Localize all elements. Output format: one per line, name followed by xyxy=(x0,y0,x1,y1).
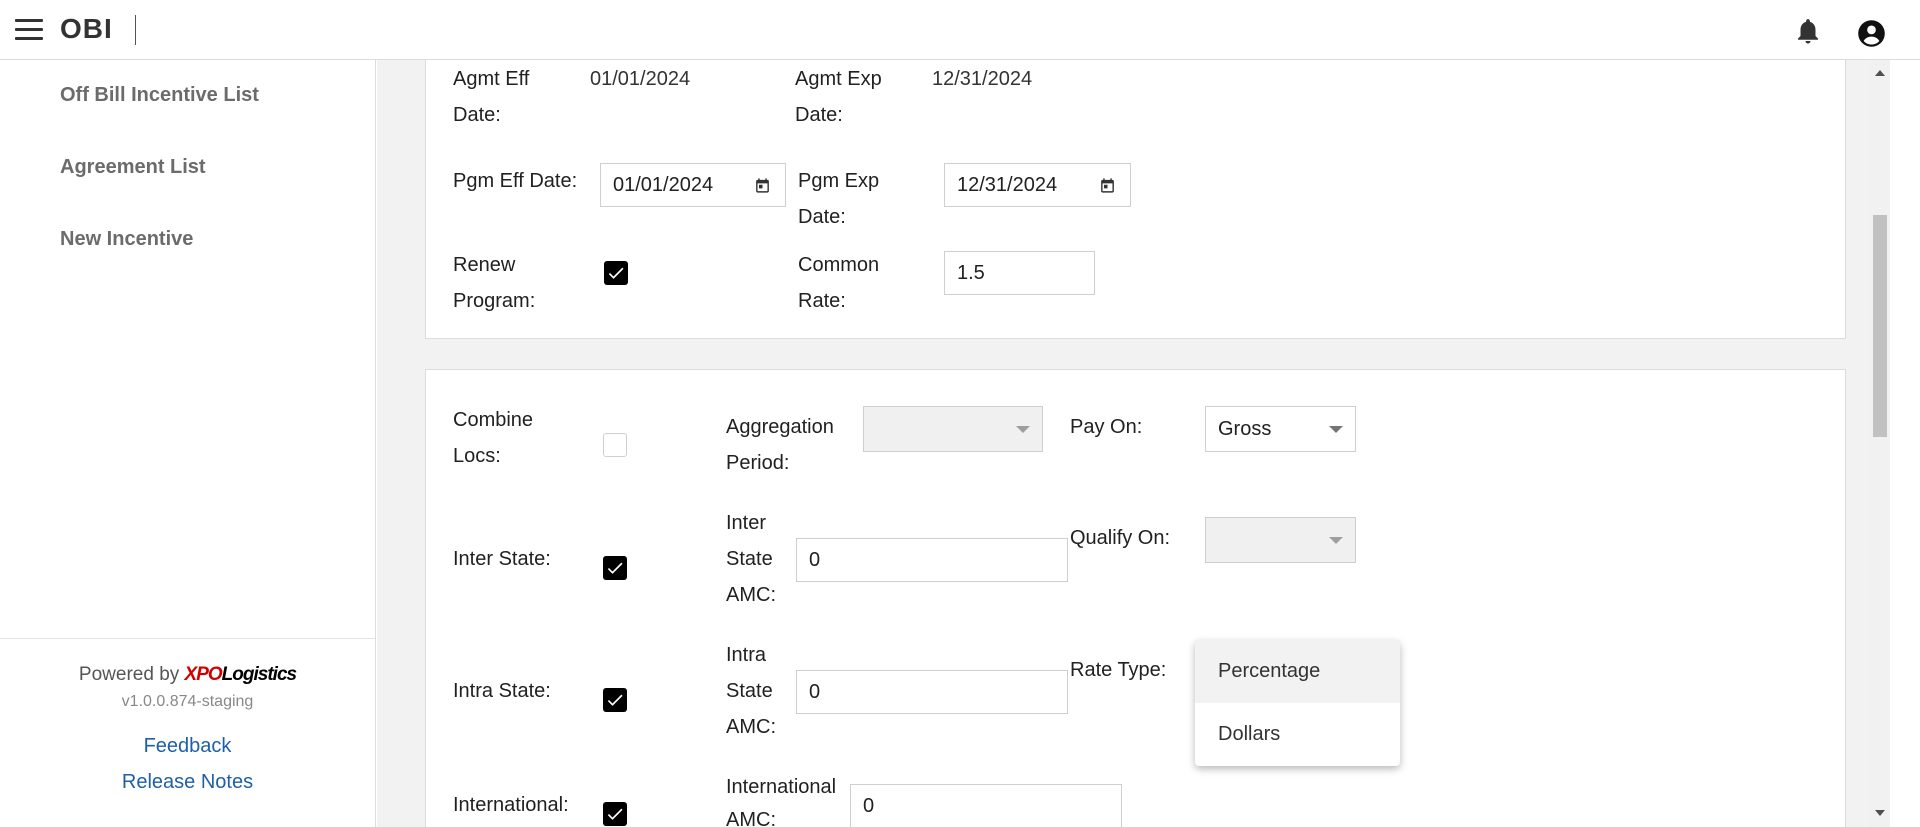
aggregation-period-select[interactable] xyxy=(863,406,1043,452)
pay-on-select[interactable]: Gross xyxy=(1205,406,1356,452)
combine-locs-checkbox[interactable] xyxy=(603,433,627,457)
agmt-exp-date-value: 12/31/2024 xyxy=(932,68,1033,90)
version-label: v1.0.0.874-staging xyxy=(121,693,254,710)
pay-on-value: Gross xyxy=(1218,418,1272,440)
inter-state-label: Inter State: xyxy=(453,548,551,570)
common-rate-label-2: Rate: xyxy=(798,290,846,312)
inter-state-amc-label-1: Inter xyxy=(726,512,767,534)
aggregation-period-label-1: Aggregation xyxy=(726,416,834,438)
pgm-exp-date-input[interactable]: 12/31/2024 xyxy=(944,163,1131,207)
pgm-eff-date-label: Pgm Eff Date: xyxy=(453,170,578,192)
menu-icon[interactable] xyxy=(15,19,43,41)
pgm-exp-date-label-2: Date: xyxy=(798,206,846,228)
rate-type-option-percentage[interactable]: Percentage xyxy=(1195,640,1400,703)
qualify-on-label: Qualify On: xyxy=(1070,527,1171,549)
renew-program-checkbox[interactable] xyxy=(604,261,628,285)
main-content: Agmt Eff Date: 01/01/2024 Agmt Exp Date:… xyxy=(377,60,1870,827)
combine-locs-label-2: Locs: xyxy=(453,445,501,467)
international-amc-label-1: International xyxy=(726,776,837,798)
agmt-exp-date-label-1: Agmt Exp xyxy=(795,68,882,90)
caret-down-icon xyxy=(1016,426,1030,433)
title-divider xyxy=(135,15,136,45)
check-icon xyxy=(607,694,623,706)
check-icon xyxy=(607,808,623,820)
intra-state-amc-label-2: State xyxy=(726,680,773,702)
top-toolbar: OBI xyxy=(0,0,1920,60)
rate-type-dropdown: Percentage Dollars xyxy=(1195,640,1400,766)
intra-state-label: Intra State: xyxy=(453,680,551,702)
agmt-exp-date-label-2: Date: xyxy=(795,104,843,126)
international-label: International: xyxy=(453,794,569,816)
combine-locs-label-1: Combine xyxy=(453,409,534,431)
agmt-eff-date-value: 01/01/2024 xyxy=(590,68,691,90)
feedback-link[interactable]: Feedback xyxy=(0,735,375,758)
inter-state-amc-label-3: AMC: xyxy=(726,584,776,606)
pgm-eff-date-input[interactable]: 01/01/2024 xyxy=(600,163,786,207)
intra-state-checkbox[interactable] xyxy=(603,688,627,712)
settings-panel: Combine Locs: Aggregation Period: Pay On… xyxy=(425,369,1846,827)
international-checkbox[interactable] xyxy=(603,802,627,826)
common-rate-label-1: Common xyxy=(798,254,880,276)
pay-on-label: Pay On: xyxy=(1070,416,1143,438)
renew-program-label-1: Renew xyxy=(453,254,516,276)
inter-state-amc-input[interactable]: 0 xyxy=(796,538,1068,582)
qualify-on-select[interactable] xyxy=(1205,517,1356,563)
sidebar-footer: Powered by XPOLogistics v1.0.0.874-stagi… xyxy=(0,638,375,827)
inter-state-amc-label-2: State xyxy=(726,548,773,570)
check-icon xyxy=(607,562,623,574)
agreement-panel: Agmt Eff Date: 01/01/2024 Agmt Exp Date:… xyxy=(425,60,1846,339)
sidebar-item-off-bill-incentive-list[interactable]: Off Bill Incentive List xyxy=(60,84,259,107)
scrollbar-thumb[interactable] xyxy=(1873,215,1887,437)
pgm-exp-date-label-1: Pgm Exp xyxy=(798,170,880,192)
sidebar-item-agreement-list[interactable]: Agreement List xyxy=(60,156,206,179)
app-title: OBI xyxy=(60,13,113,44)
agmt-eff-date-label-2: Date: xyxy=(453,104,501,126)
rate-type-option-dollars[interactable]: Dollars xyxy=(1195,703,1400,766)
check-icon xyxy=(608,267,624,279)
intra-state-amc-label-3: AMC: xyxy=(726,716,776,738)
rate-type-label: Rate Type: xyxy=(1070,659,1167,681)
international-amc-input[interactable]: 0 xyxy=(850,784,1122,827)
aggregation-period-label-2: Period: xyxy=(726,452,790,474)
caret-down-icon xyxy=(1329,537,1343,544)
international-amc-label-2: AMC: xyxy=(726,809,776,827)
powered-by: Powered by XPOLogistics xyxy=(0,664,375,686)
intra-state-amc-input[interactable]: 0 xyxy=(796,670,1068,714)
scroll-up-arrow-icon[interactable] xyxy=(1875,70,1885,76)
inter-state-checkbox[interactable] xyxy=(603,556,627,580)
agmt-eff-date-label-1: Agmt Eff xyxy=(453,68,530,90)
pgm-eff-date-value: 01/01/2024 xyxy=(613,174,714,196)
scroll-down-arrow-icon[interactable] xyxy=(1875,810,1885,816)
calendar-icon[interactable] xyxy=(1099,177,1116,194)
intra-state-amc-label-1: Intra xyxy=(726,644,767,666)
sidebar: Off Bill Incentive List Agreement List N… xyxy=(0,60,376,827)
common-rate-input[interactable]: 1.5 xyxy=(944,251,1095,295)
renew-program-label-2: Program: xyxy=(453,290,536,312)
caret-down-icon xyxy=(1329,426,1343,433)
xpo-logistics-logo: XPOLogistics xyxy=(184,664,298,685)
sidebar-item-new-incentive[interactable]: New Incentive xyxy=(60,228,193,251)
account-circle-icon[interactable] xyxy=(1857,19,1886,48)
bell-icon[interactable] xyxy=(1793,16,1823,46)
release-notes-link[interactable]: Release Notes xyxy=(0,771,375,794)
calendar-icon[interactable] xyxy=(754,177,771,194)
pgm-exp-date-value: 12/31/2024 xyxy=(957,174,1058,196)
powered-by-text: Powered by xyxy=(78,664,180,685)
content-scrollbar[interactable] xyxy=(1870,60,1890,827)
